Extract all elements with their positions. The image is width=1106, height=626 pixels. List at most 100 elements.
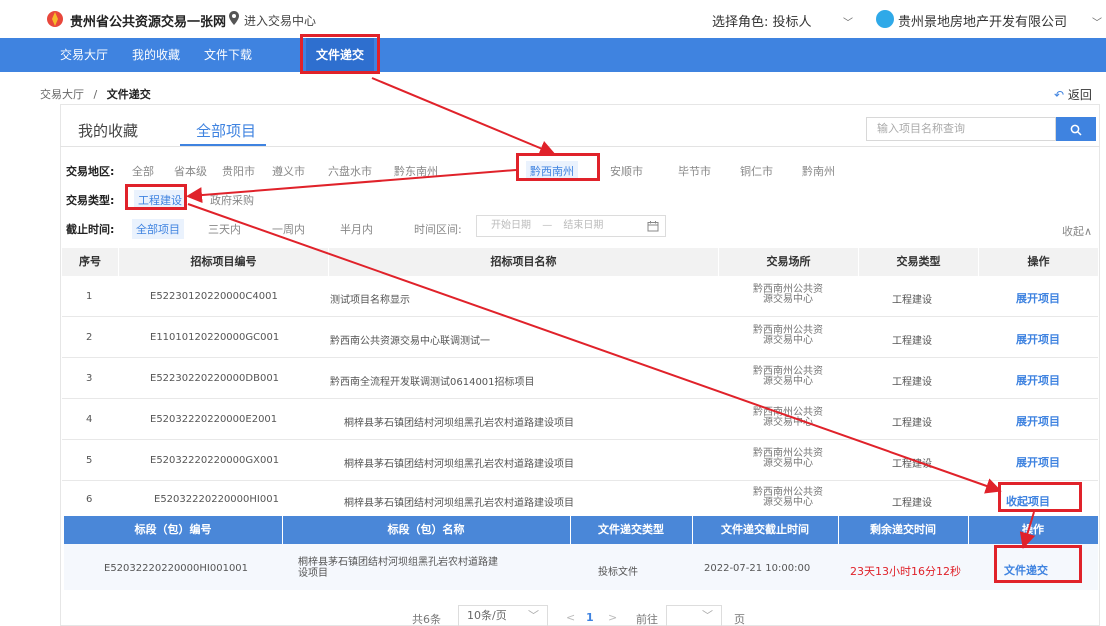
expand-project-link[interactable]: 展开项目 [1016,413,1060,429]
section-file-type: 投标文件 [598,567,638,578]
region-option-zunyi[interactable]: 遵义市 [272,163,305,179]
nav-item-favorites[interactable]: 我的收藏 [132,38,180,72]
type-option-procurement[interactable]: 政府采购 [210,192,254,208]
breadcrumb-current: 文件递交 [106,88,151,101]
collapse-filters-button[interactable]: 收起∧ [1062,223,1092,239]
deadline-option-all[interactable]: 全部项目 [132,219,184,239]
page-size-select[interactable]: 10条/页 ﹀ [458,605,548,626]
table-row: 4 E52032220220000E2001 桐梓县茅石镇团结村河坝组黑孔岩农村… [62,399,1098,440]
prev-page-button[interactable]: < [566,611,575,624]
breadcrumb: 交易大厅 / 文件递交 [40,86,151,102]
region-option-all[interactable]: 全部 [132,163,154,179]
date-range-picker[interactable]: 开始日期 — 结束日期 [476,215,666,237]
row-name: 桐梓县茅石镇团结村河坝组黑孔岩农村道路建设项目 [344,498,574,509]
section-deadline: 2022-07-21 10:00:00 [704,563,811,574]
expand-project-link[interactable]: 展开项目 [1016,454,1060,470]
nav-item-file-download[interactable]: 文件下载 [204,38,252,72]
col-header-type: 交易类型 [858,248,978,276]
page: 贵州省公共资源交易一张网 进入交易中心 选择角色: 投标人 ﹀ 贵州景地房地产开… [0,0,1106,626]
highlight-box-region [516,153,600,181]
highlight-box-collapse [998,482,1082,512]
top-bar: 贵州省公共资源交易一张网 进入交易中心 选择角色: 投标人 ﹀ 贵州景地房地产开… [0,0,1106,38]
expand-project-link[interactable]: 展开项目 [1016,290,1060,306]
row-no: 1 [86,291,93,302]
expand-project-link[interactable]: 展开项目 [1016,331,1060,347]
search-icon [1070,124,1082,136]
region-filter-label: 交易地区: [66,165,115,178]
page-size-value: 10条/页 [467,609,507,622]
col-header-no: 序号 [62,248,118,276]
row-name: 黔西南公共资源交易中心联调测试一 [330,336,490,347]
breadcrumb-root[interactable]: 交易大厅 [40,88,84,101]
site-logo-icon [47,11,63,27]
expand-project-link[interactable]: 展开项目 [1016,372,1060,388]
row-type: 工程建设 [892,459,932,470]
nav-item-trading-hall[interactable]: 交易大厅 [60,38,108,72]
divider [282,516,283,544]
deadline-option-week[interactable]: 一周内 [272,221,305,237]
back-arrow-icon: ↶ [1054,88,1065,102]
date-range-separator: — [542,220,553,231]
divider [838,516,839,544]
pagination-total: 共6条 [412,613,441,626]
col-header-venue: 交易场所 [718,248,858,276]
row-no: 4 [86,414,93,425]
row-code: E11010120220000GC001 [150,332,280,343]
table-row: 2 E11010120220000GC001 黔西南公共资源交易中心联调测试一 … [62,317,1098,358]
page-number-current[interactable]: 1 [586,611,594,624]
region-option-bijie[interactable]: 毕节市 [678,163,711,179]
chevron-down-icon[interactable]: ﹀ [843,14,853,29]
chevron-down-icon[interactable]: ﹀ [1092,14,1102,29]
enter-trading-center-link[interactable]: 进入交易中心 [244,12,316,29]
section-remaining-time: 23天13小时16分12秒 [850,565,961,578]
end-date-input[interactable]: 结束日期 [563,220,603,231]
search-input[interactable]: 输入项目名称查询 [866,117,1056,141]
row-type: 工程建设 [892,295,932,306]
region-option-liupanshui[interactable]: 六盘水市 [328,163,372,179]
region-option-anshun[interactable]: 安顺市 [610,163,643,179]
user-avatar-icon [876,10,894,28]
section-name: 桐梓县茅石镇团结村河坝组黑孔岩农村道路建 设项目 [298,557,498,579]
role-selector[interactable]: 选择角色: 投标人 [712,11,812,30]
deadline-option-halfmonth[interactable]: 半月内 [340,221,373,237]
goto-label: 前往 [636,613,658,626]
col-header-action: 操作 [978,248,1098,276]
tab-divider [60,146,1100,147]
row-venue: 黔西南州公共资 源交易中心 [753,487,823,508]
sub-col-header-name: 标段（包）名称 [282,516,570,544]
tab-all-projects[interactable]: 全部项目 [196,120,256,141]
row-name: 桐梓县茅石镇团结村河坝组黑孔岩农村道路建设项目 [344,459,574,470]
divider [570,516,571,544]
sub-col-header-deadline: 文件递交截止时间 [692,516,838,544]
breadcrumb-separator: / [93,88,98,101]
region-option-provincial[interactable]: 省本级 [174,163,207,179]
row-type: 工程建设 [892,498,932,509]
row-code: E52032220220000E2001 [150,414,278,425]
divider [968,516,969,544]
row-code: E52032220220000GX001 [150,455,280,466]
row-venue: 黔西南州公共资 源交易中心 [753,407,823,428]
highlight-box-nav [300,34,380,74]
company-selector[interactable]: 贵州景地房地产开发有限公司 [898,11,1067,30]
region-option-tongren[interactable]: 铜仁市 [740,163,773,179]
next-page-button[interactable]: > [608,611,617,624]
location-pin-icon [229,11,239,25]
back-label: 返回 [1067,88,1092,102]
region-option-qiannan[interactable]: 黔南州 [802,163,835,179]
row-name: 测试项目名称显示 [330,295,410,306]
region-option-guiyang[interactable]: 贵阳市 [222,163,255,179]
col-header-name: 招标项目名称 [328,248,718,276]
back-button[interactable]: ↶ 返回 [1054,86,1092,103]
collapse-label: 收起 [1062,225,1084,238]
calendar-icon[interactable] [647,220,659,232]
table-row: 3 E52230220220000DB001 黔西南全流程开发联调测试06140… [62,358,1098,399]
section-code: E52032220220000HI001001 [104,563,249,574]
tab-my-favorites[interactable]: 我的收藏 [78,120,138,141]
deadline-option-3days[interactable]: 三天内 [208,221,241,237]
region-option-qiandongnan[interactable]: 黔东南州 [394,163,438,179]
row-venue: 黔西南州公共资 源交易中心 [753,325,823,346]
highlight-box-submit [994,545,1082,583]
start-date-input[interactable]: 开始日期 [491,220,531,231]
search-button[interactable] [1056,117,1096,141]
goto-page-input[interactable]: ﹀ [666,605,722,626]
